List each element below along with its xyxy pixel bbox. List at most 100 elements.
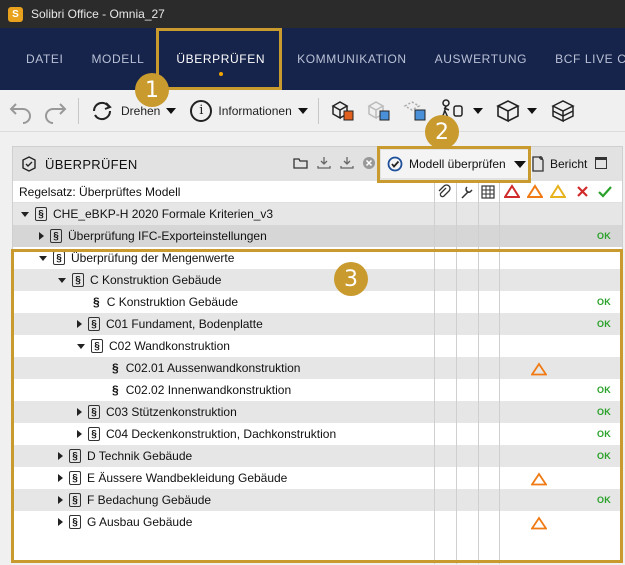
tree-row[interactable]: § C02.02 Innenwandkonstruktion OK [13, 379, 622, 401]
menu-auswertung[interactable]: AUSWERTUNG [421, 28, 541, 90]
section-box-button[interactable] [545, 95, 581, 127]
walk-dropdown-caret [472, 107, 483, 114]
attachment-column-icon[interactable] [437, 184, 451, 200]
ruleset-label: Regelsatz: Überprüftes Modell [19, 184, 181, 199]
status-ok: OK [597, 385, 611, 395]
panel-title: ÜBERPRÜFEN [45, 156, 138, 172]
report-button[interactable]: Bericht [531, 156, 587, 172]
tree-row[interactable]: § C02.01 Aussenwandkonstruktion [13, 357, 622, 379]
tree-row[interactable]: § CHE_eBKP-H 2020 Formale Kriterien_v3 [13, 203, 622, 225]
tree-row[interactable]: § F Bedachung Gebäude OK [13, 489, 622, 511]
panel-header: ÜBERPRÜFEN Modell überprüfen Bericht [13, 147, 622, 181]
menu-datei[interactable]: DATEI [0, 28, 77, 90]
tree-row[interactable]: § E Äussere Wandbekleidung Gebäude [13, 467, 622, 489]
menu-bcf-live[interactable]: BCF LIVE CO [541, 28, 625, 90]
redo-icon [45, 102, 67, 124]
expand-arrow-icon[interactable] [77, 408, 82, 416]
tree-row-label: C03 Stützenkonstruktion [106, 405, 237, 419]
tree-row[interactable]: § G Ausbau Gebäude [13, 511, 622, 533]
tree-row[interactable]: § C04 Deckenkonstruktion, Dachkonstrukti… [13, 423, 622, 445]
expand-arrow-icon[interactable] [58, 518, 63, 526]
info-button[interactable]: i Informationen [186, 95, 311, 127]
collapse-arrow-icon[interactable] [21, 211, 29, 217]
expand-arrow-icon[interactable] [58, 496, 63, 504]
check-model-button[interactable]: Modell überprüfen [381, 150, 532, 178]
tree-row[interactable]: § C01 Fundament, Bodenplatte OK [13, 313, 622, 335]
ruleset-section-icon: § [88, 405, 100, 419]
critical-issue-icon[interactable] [504, 184, 520, 199]
open-folder-icon[interactable] [293, 156, 309, 170]
ruleset-section-icon: § [35, 207, 47, 221]
tree-row[interactable]: § D Technik Gebäude OK [13, 445, 622, 467]
tree-row-label: C04 Deckenkonstruktion, Dachkonstruktion [106, 427, 337, 441]
expand-arrow-icon[interactable] [58, 452, 63, 460]
rule-icon: § [93, 295, 100, 309]
undo-button[interactable] [4, 95, 38, 127]
panel-window-icon[interactable] [595, 157, 607, 169]
save-icon[interactable] [316, 156, 332, 170]
callout-badge-1: 1 [135, 73, 169, 107]
ruleset-section-icon: § [69, 493, 81, 507]
minor-issue-icon[interactable] [550, 184, 566, 199]
rejected-icon[interactable] [576, 185, 589, 198]
rule-icon: § [112, 361, 119, 375]
expand-arrow-icon[interactable] [77, 430, 82, 438]
expand-arrow-icon[interactable] [77, 320, 82, 328]
title-bar: S Solibri Office - Omnia_27 [0, 0, 625, 28]
model-view-button[interactable] [325, 95, 361, 127]
rotate-icon [92, 101, 112, 120]
tree-row-label: C Konstruktion Gebäude [106, 295, 239, 309]
tree-row-label: G Ausbau Gebäude [87, 515, 193, 529]
toolbar: Drehen i Informationen [0, 90, 625, 132]
tree-row[interactable]: § Überprüfung der Mengenwerte [13, 247, 622, 269]
menu-ueberpruefen-label: ÜBERPRÜFEN [176, 52, 266, 66]
tree-row-label: C Konstruktion Gebäude [90, 273, 222, 287]
status-ok: OK [597, 231, 611, 241]
major-issue-icon[interactable] [527, 184, 543, 199]
check-panel: ÜBERPRÜFEN Modell überprüfen Bericht Reg… [12, 146, 623, 564]
expand-arrow-icon[interactable] [58, 474, 63, 482]
save-as-icon[interactable] [339, 156, 355, 170]
status-ok: OK [597, 451, 611, 461]
info-dropdown-caret [297, 107, 308, 114]
toolbar-separator [78, 97, 79, 124]
collapse-arrow-icon[interactable] [77, 343, 85, 349]
collapse-arrow-icon[interactable] [58, 277, 66, 283]
rule-icon: § [112, 383, 119, 397]
main-menu-bar: DATEI MODELL ÜBERPRÜFEN KOMMUNIKATION AU… [0, 28, 625, 90]
tree-row-label: C01 Fundament, Bodenplatte [106, 317, 263, 331]
component-cubes-icon [367, 100, 390, 120]
tree-row[interactable]: § C Konstruktion Gebäude OK [13, 291, 622, 313]
tree-row[interactable]: § C03 Stützenkonstruktion OK [13, 401, 622, 423]
ruleset-header-row: Regelsatz: Überprüftes Modell [13, 181, 622, 203]
tree-row-label: Überprüfung IFC-Exporteinstellungen [68, 229, 267, 243]
undo-icon [9, 102, 31, 124]
wrench-column-icon[interactable] [459, 184, 473, 200]
collapse-arrow-icon[interactable] [39, 255, 47, 261]
view-cube-button[interactable] [491, 95, 541, 127]
major-issue-status-icon [531, 472, 547, 486]
table-column-icon[interactable] [481, 185, 495, 199]
view-cube-icon [495, 99, 520, 122]
approved-icon[interactable] [598, 185, 612, 198]
menu-ueberpruefen[interactable]: ÜBERPRÜFEN [158, 28, 283, 90]
redo-button[interactable] [38, 95, 72, 127]
ruleset-section-icon: § [69, 515, 81, 529]
close-ruleset-icon[interactable] [362, 156, 376, 170]
tree-row-label: C02 Wandkonstruktion [109, 339, 230, 353]
selection-cubes-icon [403, 100, 426, 120]
status-ok: OK [597, 429, 611, 439]
ruleset-section-icon: § [88, 317, 100, 331]
info-icon: i [190, 99, 213, 122]
tree-row[interactable]: § C02 Wandkonstruktion [13, 335, 622, 357]
menu-kommunikation[interactable]: KOMMUNIKATION [283, 28, 421, 90]
ruleset-section-icon: § [50, 229, 62, 243]
expand-arrow-icon[interactable] [39, 232, 44, 240]
rules-tree: § CHE_eBKP-H 2020 Formale Kriterien_v3 §… [13, 203, 622, 533]
report-label: Bericht [550, 157, 588, 171]
tree-row[interactable]: § Überprüfung IFC-Exporteinstellungen OK [13, 225, 622, 247]
rotate-dropdown-caret [166, 107, 177, 114]
tree-row-label: CHE_eBKP-H 2020 Formale Kriterien_v3 [53, 207, 274, 221]
component-view-button[interactable] [361, 95, 397, 127]
tree-row[interactable]: § C Konstruktion Gebäude [13, 269, 622, 291]
